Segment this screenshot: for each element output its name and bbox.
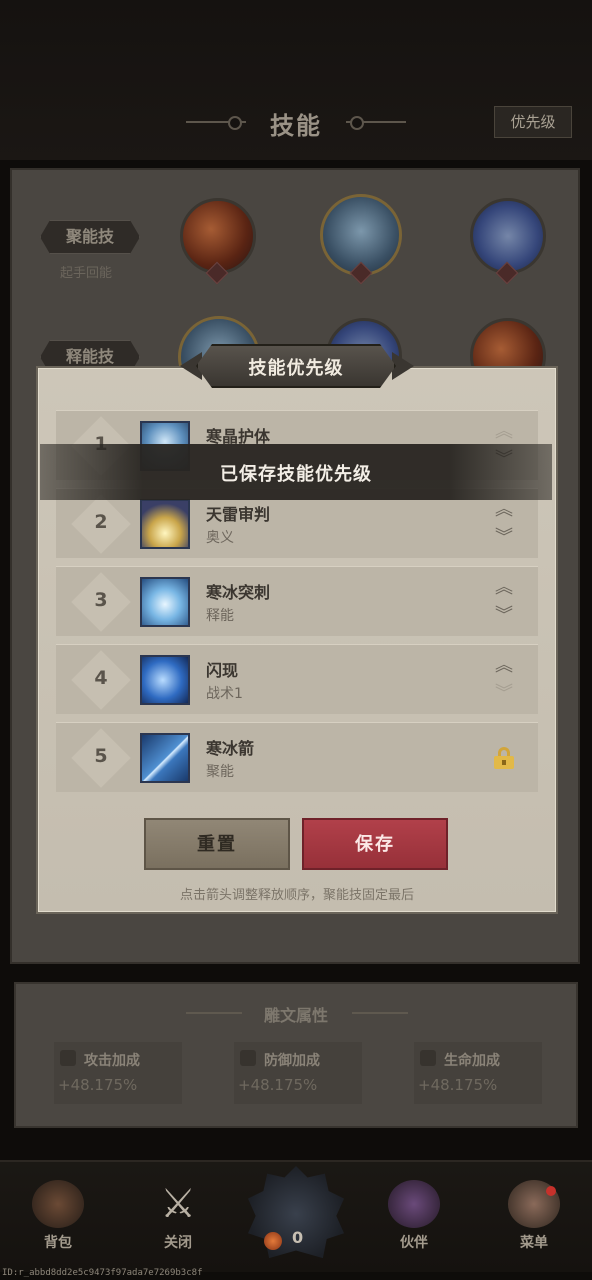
nav-bag[interactable]: 背包 [18, 1180, 98, 1252]
skill-name: 天雷审判 [206, 505, 271, 524]
rank-number: 4 [94, 667, 108, 689]
row-label-charge: 聚能技 [40, 220, 140, 254]
notification-dot [546, 1186, 556, 1196]
attack-bonus-box: 攻击加成 +48.175% [54, 1042, 182, 1104]
header-ornament-right [346, 116, 406, 130]
thunder-judgment-icon [140, 499, 190, 549]
nav-bag-label: 背包 [44, 1235, 72, 1251]
save-button[interactable]: 保存 [302, 818, 448, 870]
row-sub-charge: 起手回能 [60, 266, 113, 281]
priority-button[interactable]: 优先级 [494, 106, 572, 138]
skill-name: 寒冰箭 [206, 739, 255, 758]
move-down-icon[interactable]: ︾ [490, 607, 518, 625]
skill-type: 释能 [206, 608, 234, 624]
attack-bonus-label: 攻击加成 [84, 1053, 140, 1069]
move-up-icon[interactable]: ︽ [490, 657, 518, 675]
heart-icon [420, 1050, 436, 1066]
toast-message: 已保存技能优先级 [220, 464, 372, 485]
nav-partner-label: 伙伴 [400, 1235, 428, 1251]
move-up-icon[interactable]: ︽ [490, 501, 518, 519]
battle-emblem-icon [248, 1166, 344, 1259]
skill-name: 闪现 [206, 661, 239, 680]
attr-ornament-right [352, 1012, 408, 1014]
defense-bonus-label: 防御加成 [264, 1053, 320, 1069]
rank-number: 2 [94, 511, 108, 533]
sword-icon [60, 1050, 76, 1066]
skill-type: 聚能 [206, 764, 234, 780]
partner-icon [388, 1180, 440, 1228]
flash-dash-icon [140, 655, 190, 705]
footer-id: ID:r_abbd8dd2e5c9473f97ada7e7269b3c8f [2, 1268, 203, 1278]
move-up-icon[interactable]: ︽ [490, 579, 518, 597]
rank-number: 5 [94, 745, 108, 767]
defense-bonus-box: 防御加成 +48.175% [234, 1042, 362, 1104]
defense-bonus-value: +48.175% [238, 1076, 318, 1094]
nav-center-count: 0 [292, 1228, 304, 1247]
list-item: 3 寒冰突刺 释能 ︽ ︾ [56, 566, 538, 636]
health-bonus-box: 生命加成 +48.175% [414, 1042, 542, 1104]
attack-bonus-value: +48.175% [58, 1076, 138, 1094]
skill-type: 战术1 [206, 686, 243, 702]
rank-number: 3 [94, 589, 108, 611]
nav-battle[interactable] [244, 1166, 348, 1266]
reset-button[interactable]: 重置 [144, 818, 290, 870]
lock-icon [494, 747, 514, 769]
nav-close-label: 关闭 [164, 1235, 192, 1251]
attributes-title: 雕文属性 [263, 1006, 328, 1025]
move-down-icon[interactable]: ︾ [490, 529, 518, 547]
bag-icon [32, 1180, 84, 1228]
list-item: 4 闪现 战术1 ︽ ︾ [56, 644, 538, 714]
ice-spike-icon [140, 577, 190, 627]
crossed-swords-icon: ⚔ [160, 1181, 196, 1227]
shield-icon [240, 1050, 256, 1066]
nav-close[interactable]: ⚔ 关闭 [138, 1180, 218, 1252]
skill-type: 奥义 [206, 530, 234, 546]
list-item: 5 寒冰箭 聚能 [56, 722, 538, 792]
move-up-icon[interactable]: ︽ [490, 423, 518, 441]
fireball-icon [264, 1232, 282, 1250]
nav-partner[interactable]: 伙伴 [374, 1180, 454, 1252]
nav-menu[interactable]: 菜单 [494, 1180, 574, 1252]
modal-title: 技能优先级 [248, 358, 344, 379]
move-down-icon[interactable]: ︾ [490, 685, 518, 703]
hint-text: 点击箭头调整释放顺序，聚能技固定最后 [179, 888, 414, 903]
health-bonus-value: +48.175% [418, 1076, 498, 1094]
nav-menu-label: 菜单 [520, 1235, 548, 1251]
ice-arrow-icon [140, 733, 190, 783]
health-bonus-label: 生命加成 [444, 1053, 500, 1069]
skill-name: 寒冰突刺 [206, 583, 271, 602]
